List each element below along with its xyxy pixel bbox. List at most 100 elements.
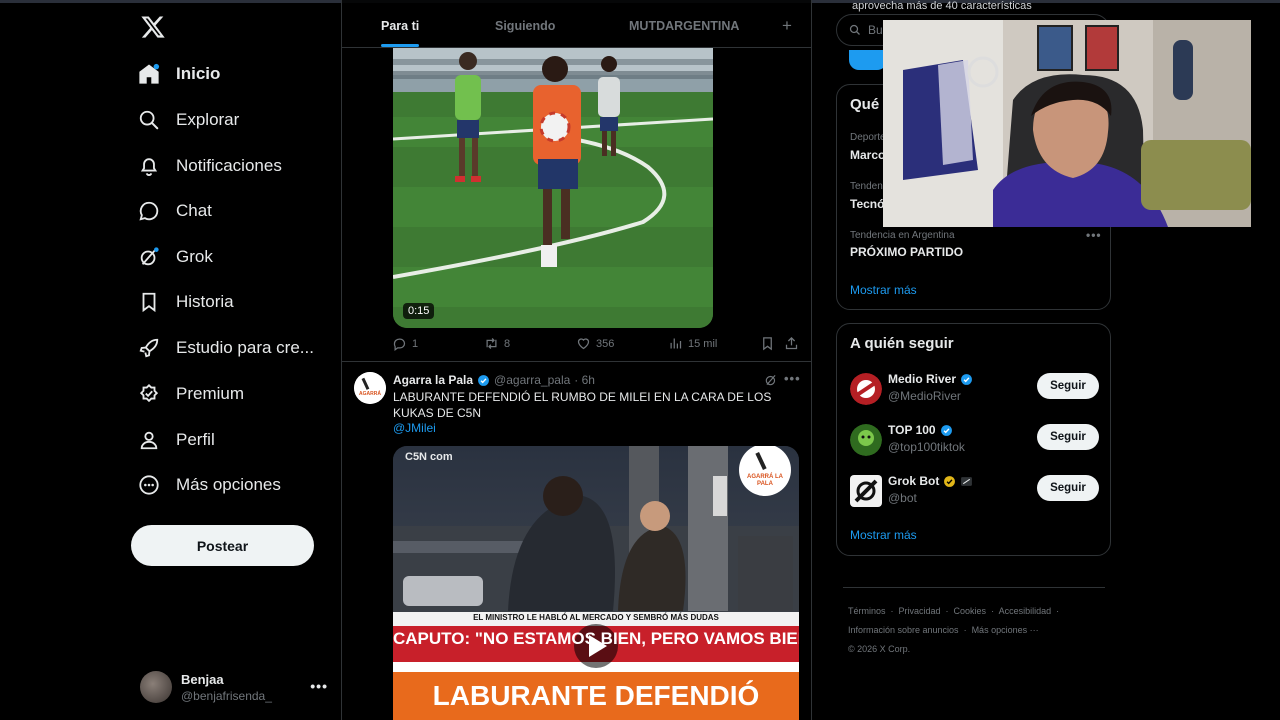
- post-mention-link[interactable]: @JMilei: [393, 421, 436, 435]
- follow-suggestion[interactable]: Grok Bot @bot Seguir: [837, 473, 1111, 513]
- nav-item-estudio[interactable]: Estudio para cre...: [138, 328, 314, 368]
- nav-item-mas-opciones[interactable]: Más opciones: [138, 465, 281, 505]
- trend-context: Tendencia en Argentina: [850, 230, 955, 241]
- add-tab-icon[interactable]: +: [782, 16, 792, 36]
- footer-links: Términos · Privacidad · Cookies · Accesi…: [848, 606, 1060, 654]
- post-more-icon[interactable]: •••: [784, 371, 801, 386]
- follow-button[interactable]: Seguir: [1037, 373, 1099, 399]
- nav-label-estudio: Estudio para cre...: [176, 338, 314, 357]
- repost-count: 8: [504, 337, 511, 350]
- nav-item-historia[interactable]: Historia: [138, 282, 234, 322]
- trend-name: PRÓXIMO PARTIDO: [850, 245, 964, 259]
- trend-name: Tecnó: [850, 197, 885, 211]
- bookmark-button[interactable]: [760, 336, 775, 351]
- repost-icon: [486, 338, 497, 349]
- account-more-icon[interactable]: •••: [310, 678, 328, 694]
- grok-icon: [140, 247, 159, 266]
- post-time[interactable]: · 6h: [574, 373, 595, 387]
- post-video-player[interactable]: 0:15: [393, 47, 713, 328]
- nav-item-notificaciones[interactable]: Notificaciones: [138, 146, 282, 186]
- premium-subscribe-button[interactable]: [849, 50, 887, 70]
- post-button[interactable]: Postear: [131, 525, 314, 566]
- webcam-overlay: [883, 20, 1251, 227]
- nav-label-explorar: Explorar: [176, 110, 240, 129]
- svg-text:AGARRÁ: AGARRÁ: [359, 390, 381, 397]
- nav-item-explorar[interactable]: Explorar: [138, 100, 239, 140]
- verified-badge-icon: [961, 373, 972, 385]
- avatar[interactable]: AGARRÁ: [354, 372, 386, 404]
- views-icon: [670, 338, 682, 349]
- nav-item-chat[interactable]: Chat: [138, 191, 212, 231]
- video-headline: CAPUTO: "NO ESTAMOS BIEN, PERO VAMOS BIE…: [393, 629, 799, 648]
- avatar: [850, 424, 882, 456]
- timeline: Para ti Siguiendo MUTDARGENTINA + 0:15 1…: [341, 0, 812, 720]
- follow-button[interactable]: Seguir: [1037, 424, 1099, 450]
- follow-name: TOP 100: [888, 423, 953, 437]
- share-button[interactable]: [784, 336, 799, 351]
- nav-item-premium[interactable]: Premium: [138, 374, 244, 414]
- nav-label-historia: Historia: [176, 292, 234, 311]
- video-frame-news-interview: [393, 446, 799, 720]
- post-video-player[interactable]: C5N com AGARRÁ LA PALA EL MINISTRO LE HA…: [393, 446, 799, 720]
- reply-icon: [393, 338, 406, 351]
- x-logo-icon[interactable]: [140, 14, 166, 40]
- follow-name: Grok Bot: [888, 474, 973, 488]
- footer-link-accesibilidad[interactable]: Accesibilidad: [999, 606, 1052, 616]
- footer-link-anuncios[interactable]: Información sobre anuncios: [848, 625, 959, 635]
- nav-label-inicio: Inicio: [176, 64, 221, 83]
- repost-button[interactable]: 8: [484, 336, 510, 351]
- timeline-tabs: Para ti Siguiendo MUTDARGENTINA +: [342, 0, 811, 48]
- avatar: [140, 671, 172, 703]
- post-author-handle[interactable]: @agarra_pala: [494, 373, 570, 387]
- tab-para-ti[interactable]: Para ti: [381, 19, 419, 33]
- reply-count: 1: [412, 337, 419, 350]
- follow-suggestion[interactable]: TOP 100 @top100tiktok Seguir: [837, 422, 1111, 462]
- nav-item-inicio[interactable]: Inicio: [138, 54, 220, 94]
- trend-more-icon[interactable]: •••: [1086, 228, 1102, 242]
- reply-button[interactable]: 1: [392, 336, 418, 351]
- account-handle: @benjafrisenda_: [181, 688, 272, 703]
- nav-label-perfil: Perfil: [176, 430, 215, 449]
- follow-button[interactable]: Seguir: [1037, 475, 1099, 501]
- footer-link-privacidad[interactable]: Privacidad: [899, 606, 941, 616]
- nav-item-perfil[interactable]: Perfil: [138, 420, 215, 460]
- post-divider: [342, 361, 811, 362]
- follow-suggestion[interactable]: Medio River @MedioRiver Seguir: [837, 371, 1111, 411]
- like-count: 356: [596, 337, 615, 350]
- video-watermark: C5N com: [405, 451, 453, 463]
- bell-icon: [140, 158, 158, 176]
- avatar: [850, 373, 882, 405]
- post-agarra-la-pala[interactable]: AGARRÁ Agarra la Pala @agarra_pala · 6h …: [342, 363, 811, 720]
- video-ticker: EL MINISTRO LE HABLÓ AL MERCADO Y SEMBRÓ…: [473, 613, 719, 622]
- footer-link-cookies[interactable]: Cookies: [954, 606, 987, 616]
- post-header: Agarra la Pala @agarra_pala · 6h: [393, 373, 595, 387]
- premium-promo-text: aprovecha más de 40 características: [852, 0, 1032, 12]
- heart-icon: [577, 338, 590, 350]
- like-button[interactable]: 356: [576, 336, 614, 351]
- tab-siguiendo[interactable]: Siguiendo: [495, 19, 555, 33]
- grok-icon[interactable]: [764, 373, 778, 387]
- who-to-follow-show-more-link[interactable]: Mostrar más: [850, 528, 917, 542]
- post-author-name[interactable]: Agarra la Pala: [393, 373, 473, 387]
- follow-name: Medio River: [888, 372, 973, 386]
- footer-link-terminos[interactable]: Términos: [848, 606, 886, 616]
- footer-link-mas-opciones[interactable]: Más opciones ···: [972, 625, 1039, 635]
- nav-label-mas-opciones: Más opciones: [176, 475, 281, 494]
- search-icon: [139, 110, 159, 130]
- more-circle-icon: [139, 475, 159, 495]
- bookmark-icon: [763, 337, 772, 351]
- video-banner: LABURANTE DEFENDIÓ: [432, 680, 760, 711]
- nav-label-chat: Chat: [176, 201, 212, 220]
- nav-label-grok: Grok: [176, 247, 213, 266]
- account-name: Benjaa: [181, 671, 224, 687]
- post-text: LABURANTE DEFENDIÓ EL RUMBO DE MILEI EN …: [393, 390, 772, 420]
- account-switcher[interactable]: Benjaa @benjafrisenda_ •••: [140, 668, 330, 706]
- follow-handle: @MedioRiver: [888, 389, 961, 403]
- trends-show-more-link[interactable]: Mostrar más: [850, 283, 917, 297]
- view-count: 15 mil: [688, 337, 718, 350]
- views-button[interactable]: 15 mil: [668, 336, 717, 351]
- tab-mutdargentina[interactable]: MUTDARGENTINA: [629, 19, 739, 33]
- user-icon: [140, 431, 158, 450]
- nav-item-grok[interactable]: Grok: [138, 237, 213, 277]
- bookmark-icon: [142, 292, 156, 313]
